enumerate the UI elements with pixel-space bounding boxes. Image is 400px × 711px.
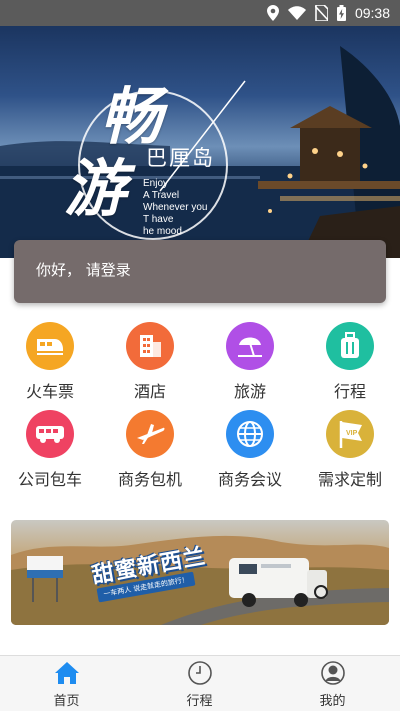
service-label: 商务包机 (117, 470, 182, 489)
wifi-icon (287, 6, 306, 20)
hero-banner[interactable]: 畅 游 巴厘岛 Enjoy A Travel Whenever you T ha… (0, 26, 400, 258)
tab-itinerary[interactable]: 行程 (133, 656, 266, 711)
status-icons: 09:38 (266, 4, 390, 22)
service-train-ticket[interactable]: 火车票 (0, 320, 100, 410)
hero-title-char-2: 游 (64, 152, 127, 225)
service-company-charter[interactable]: 公司包车 (0, 408, 100, 498)
globe-icon (226, 410, 274, 458)
login-card[interactable]: 你好， 请登录 (14, 240, 386, 303)
home-icon (55, 662, 79, 684)
status-bar: 09:38 (0, 0, 400, 26)
bottom-tab-bar: 首页 行程 我的 (0, 655, 400, 711)
clock-icon (188, 661, 212, 685)
no-sim-icon (314, 5, 328, 21)
service-label: 旅游 (233, 382, 266, 401)
location-icon (266, 5, 279, 21)
battery-charging-icon (336, 5, 346, 21)
service-business-charter[interactable]: 商务包机 (100, 408, 200, 498)
service-business-meeting[interactable]: 商务会议 (200, 408, 300, 498)
service-label: 火车票 (25, 382, 74, 401)
service-travel[interactable]: 旅游 (200, 320, 300, 410)
train-icon (26, 322, 74, 370)
service-label: 需求定制 (317, 470, 382, 489)
beach-umbrella-icon (226, 322, 274, 370)
status-time: 09:38 (354, 5, 390, 21)
promo-banner[interactable]: 甜蜜新西兰 一车两人 说走就走的旅行！ (11, 520, 389, 625)
vip-flag-icon: VIP (326, 410, 374, 458)
luggage-icon (326, 322, 374, 370)
login-prompt: 你好， 请登录 (36, 261, 131, 279)
airplane-icon (126, 410, 174, 458)
service-label: 商务会议 (217, 470, 282, 489)
hero-tagline: Enjoy A Travel Whenever you T have he mo… (143, 178, 208, 237)
hotel-icon (126, 322, 174, 370)
tab-home[interactable]: 首页 (0, 656, 133, 711)
tab-label: 行程 (186, 694, 213, 709)
user-icon (321, 661, 345, 685)
service-label: 公司包车 (17, 470, 82, 489)
svg-text:VIP: VIP (346, 430, 358, 437)
tab-label: 首页 (53, 694, 80, 709)
hero-subtitle: 巴厘岛 (146, 146, 215, 170)
tab-mine[interactable]: 我的 (266, 656, 399, 711)
banner-scenery (11, 535, 389, 625)
tab-label: 我的 (319, 694, 346, 709)
service-custom-request[interactable]: VIP 需求定制 (300, 408, 400, 498)
service-grid: 火车票 酒店 旅游 行程 公司包车 商务包机 商务会议 VIP 需求定制 (0, 320, 400, 510)
service-label: 酒店 (133, 382, 166, 401)
bus-icon (26, 410, 74, 458)
service-itinerary[interactable]: 行程 (300, 320, 400, 410)
service-hotel[interactable]: 酒店 (100, 320, 200, 410)
service-label: 行程 (333, 382, 366, 401)
